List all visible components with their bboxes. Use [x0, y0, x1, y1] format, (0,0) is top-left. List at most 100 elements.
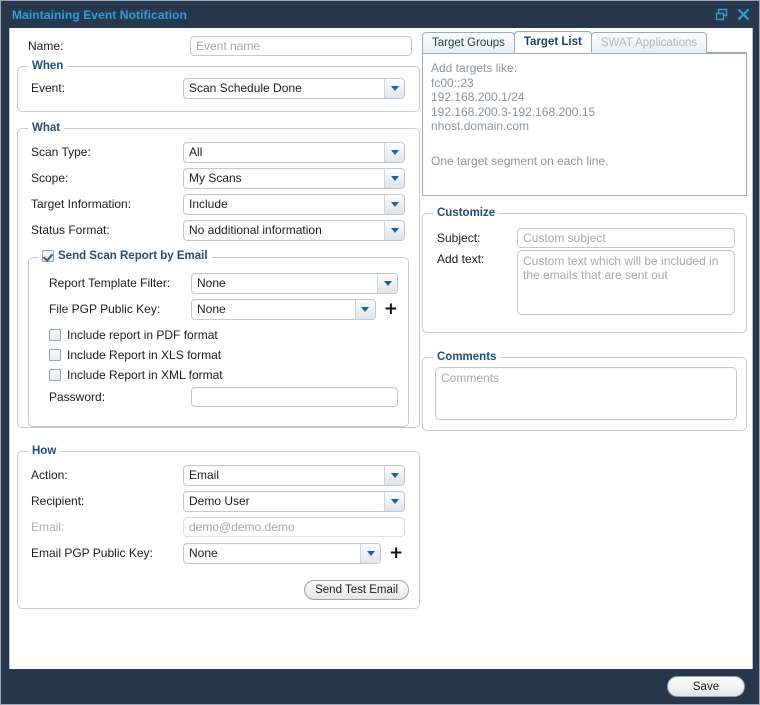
- recipient-row: Recipient: Demo User: [28, 488, 409, 514]
- add-text-label: Add text:: [437, 250, 517, 266]
- tabstrip-filler: [706, 32, 747, 53]
- chevron-down-icon[interactable]: [377, 274, 397, 293]
- include-xml-row[interactable]: Include Report in XML format: [49, 365, 398, 385]
- name-label: Name:: [28, 39, 190, 53]
- scope-value: My Scans: [184, 171, 242, 185]
- window-title: Maintaining Event Notification: [12, 8, 187, 22]
- name-row: Name:: [17, 32, 420, 60]
- scan-type-select[interactable]: All: [183, 142, 405, 163]
- target-list-placeholder: Add targets like: fc00::23 192.168.200.1…: [431, 61, 738, 134]
- password-row: Password:: [39, 385, 398, 409]
- scope-select[interactable]: My Scans: [183, 168, 405, 189]
- include-xls-checkbox[interactable]: [49, 349, 61, 361]
- dialog-content: Name: When Event: Scan Schedule Done Wha…: [9, 28, 753, 671]
- recipient-label: Recipient:: [31, 494, 183, 508]
- include-pdf-label: Include report in PDF format: [67, 328, 218, 342]
- email-pgp-key-label: Email PGP Public Key:: [31, 546, 183, 560]
- chevron-down-icon[interactable]: [384, 466, 404, 485]
- how-group: How Action: Email Recipient: Demo User: [17, 451, 420, 609]
- target-information-label: Target Information:: [31, 197, 183, 211]
- email-pgp-key-select[interactable]: None: [183, 543, 381, 564]
- chevron-down-icon[interactable]: [384, 169, 404, 188]
- include-xml-checkbox[interactable]: [49, 369, 61, 381]
- include-xls-label: Include Report in XLS format: [67, 348, 221, 362]
- when-group: When Event: Scan Schedule Done: [17, 66, 420, 112]
- chevron-down-icon[interactable]: [384, 79, 404, 98]
- event-row: Event: Scan Schedule Done: [28, 76, 409, 100]
- dialog-footer: Save: [1, 669, 759, 704]
- include-pdf-row[interactable]: Include report in PDF format: [49, 325, 398, 345]
- status-format-label: Status Format:: [31, 223, 183, 237]
- tab-target-groups[interactable]: Target Groups: [422, 32, 515, 53]
- file-pgp-key-select[interactable]: None: [191, 299, 376, 320]
- event-select[interactable]: Scan Schedule Done: [183, 78, 405, 99]
- file-pgp-key-value: None: [192, 302, 226, 316]
- email-row: Email:: [28, 514, 409, 540]
- chevron-down-icon[interactable]: [384, 221, 404, 240]
- name-input[interactable]: [190, 36, 412, 56]
- target-information-value: Include: [184, 197, 228, 211]
- chevron-down-icon[interactable]: [384, 492, 404, 511]
- target-information-select[interactable]: Include: [183, 194, 405, 215]
- email-label: Email:: [31, 520, 183, 534]
- email-pgp-key-value: None: [184, 546, 218, 560]
- scope-row: Scope: My Scans: [28, 165, 409, 191]
- how-legend: How: [28, 445, 60, 457]
- chevron-down-icon[interactable]: [355, 300, 375, 319]
- close-icon[interactable]: [737, 8, 750, 21]
- tab-target-list[interactable]: Target List: [514, 31, 592, 53]
- send-test-email-button[interactable]: Send Test Email: [304, 580, 409, 600]
- chevron-down-icon[interactable]: [360, 544, 380, 563]
- comments-textarea[interactable]: [435, 367, 737, 420]
- report-template-filter-select[interactable]: None: [191, 273, 398, 294]
- what-group: What Scan Type: All Scope: My Scans: [17, 128, 420, 428]
- subject-row: Subject:: [433, 225, 736, 250]
- left-column: Name: When Event: Scan Schedule Done Wha…: [17, 32, 420, 609]
- customize-legend: Customize: [433, 207, 499, 219]
- recipient-select[interactable]: Demo User: [183, 491, 405, 512]
- window-titlebar: Maintaining Event Notification: [1, 1, 759, 28]
- event-notification-window: Maintaining Event Notification Name:: [0, 0, 760, 705]
- subject-label: Subject:: [437, 231, 517, 245]
- recipient-value: Demo User: [184, 494, 250, 508]
- targets-tabstrip: Target Groups Target List SWAT Applicati…: [422, 32, 747, 54]
- add-text-row: Add text:: [433, 250, 736, 320]
- tab-swat-applications: SWAT Applications: [591, 32, 707, 53]
- status-format-row: Status Format: No additional information: [28, 217, 409, 243]
- event-select-value: Scan Schedule Done: [184, 81, 302, 95]
- file-pgp-key-row: File PGP Public Key: None +: [39, 296, 398, 322]
- plus-icon[interactable]: +: [384, 301, 398, 318]
- comments-group: Comments: [422, 357, 747, 431]
- scan-type-label: Scan Type:: [31, 145, 183, 159]
- target-list-panel[interactable]: Add targets like: fc00::23 192.168.200.1…: [422, 54, 747, 196]
- comments-legend: Comments: [433, 351, 500, 363]
- scope-label: Scope:: [31, 171, 183, 185]
- send-scan-report-group: Send Scan Report by Email Report Templat…: [28, 257, 409, 427]
- email-pgp-key-row: Email PGP Public Key: None +: [28, 540, 409, 566]
- send-scan-report-checkbox[interactable]: [42, 250, 54, 262]
- save-button[interactable]: Save: [667, 676, 745, 697]
- event-label: Event:: [31, 81, 183, 95]
- include-xml-label: Include Report in XML format: [67, 368, 223, 382]
- subject-input[interactable]: [517, 228, 735, 248]
- report-template-filter-value: None: [192, 276, 226, 290]
- include-pdf-checkbox[interactable]: [49, 329, 61, 341]
- report-template-filter-label: Report Template Filter:: [49, 276, 191, 290]
- send-scan-report-legend[interactable]: Send Scan Report by Email: [38, 250, 212, 262]
- status-format-select[interactable]: No additional information: [183, 220, 405, 241]
- chevron-down-icon[interactable]: [384, 195, 404, 214]
- right-column: Target Groups Target List SWAT Applicati…: [422, 32, 747, 431]
- target-list-footnote: One target segment on each line.: [431, 154, 608, 168]
- chevron-down-icon[interactable]: [384, 143, 404, 162]
- password-input[interactable]: [191, 387, 398, 407]
- what-legend: What: [28, 122, 64, 134]
- plus-icon[interactable]: +: [389, 545, 403, 562]
- email-input: [183, 517, 405, 537]
- include-xls-row[interactable]: Include Report in XLS format: [49, 345, 398, 365]
- when-legend: When: [28, 60, 67, 72]
- add-text-textarea[interactable]: [517, 250, 735, 315]
- restore-window-icon[interactable]: [715, 8, 728, 21]
- window-controls: [715, 8, 750, 21]
- action-select[interactable]: Email: [183, 465, 405, 486]
- target-information-row: Target Information: Include: [28, 191, 409, 217]
